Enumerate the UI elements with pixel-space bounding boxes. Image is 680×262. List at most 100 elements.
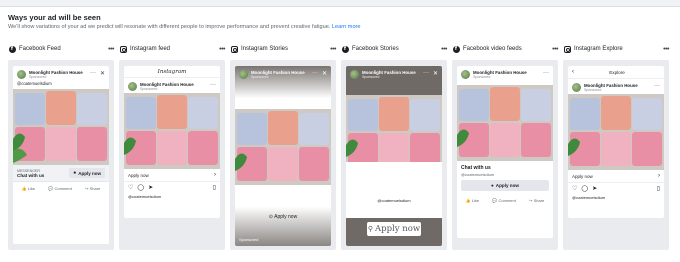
apply-now-label: Apply now	[128, 172, 149, 178]
instagram-icon	[230, 45, 238, 53]
bookmark-icon[interactable]: ▯	[213, 184, 216, 191]
placement-facebook-video-feeds: f Facebook video feeds ••• Moonlight Fas…	[452, 42, 558, 250]
more-icon[interactable]: ···	[312, 70, 318, 77]
placement-instagram-feed: Instagram feed ••• Instagram Moonlight F…	[119, 42, 225, 250]
placement-label: Facebook video feeds	[463, 46, 522, 52]
apply-now-button[interactable]: ● Apply now	[461, 180, 549, 191]
close-icon[interactable]: ✕	[322, 70, 327, 77]
apply-now-label: Apply now	[495, 183, 519, 188]
apply-now-label: Apply now	[375, 224, 421, 234]
avatar	[239, 70, 248, 79]
comment-icon[interactable]: ◯	[137, 184, 144, 191]
messenger-icon: ●	[73, 170, 77, 176]
share-button[interactable]: ↪ Share	[85, 186, 100, 191]
more-options-icon[interactable]: •••	[552, 46, 558, 53]
ad-image	[124, 93, 220, 169]
like-button[interactable]: 👍 Like	[22, 186, 35, 191]
chat-label: Chat with us	[17, 172, 45, 178]
placement-label: Facebook Stories	[352, 46, 399, 52]
more-options-icon[interactable]: •••	[108, 46, 114, 53]
more-options-icon[interactable]: •••	[441, 46, 447, 53]
preview-panel: Moonlight Fashion House Sponsored ···✕	[230, 60, 336, 250]
avatar	[17, 70, 26, 79]
reaction-bar: 👍 Like 💬 Comment ↪ Share	[13, 181, 109, 195]
bookmark-icon[interactable]: ▯	[657, 185, 660, 192]
more-icon[interactable]: ···	[543, 70, 549, 76]
more-icon[interactable]: ···	[210, 82, 216, 88]
swipe-up-cta[interactable]: ⊙ Apply now	[235, 214, 331, 220]
caption-handle: @coatemuelsdium	[128, 194, 162, 199]
link-icon: ⚲	[367, 225, 373, 233]
preview-panel: Instagram Moonlight Fashion House Sponso…	[119, 60, 225, 250]
ad-header: Moonlight Fashion House Sponsored ···	[124, 78, 220, 93]
action-icons: ♡ ◯ ➤ ▯	[124, 182, 220, 193]
comment-icon[interactable]: ◯	[581, 185, 588, 192]
sponsored-label: Sponsored	[473, 75, 491, 79]
facebook-icon: f	[452, 45, 460, 53]
avatar	[350, 70, 359, 79]
shirts-photo	[346, 95, 442, 171]
close-icon[interactable]: ✕	[100, 70, 105, 77]
apply-now-label: Apply now	[78, 170, 101, 176]
instagram-logo: Instagram	[124, 66, 220, 78]
ad-image	[235, 109, 331, 185]
send-icon[interactable]: ➤	[592, 185, 597, 192]
chevron-up-icon: ⌃	[391, 215, 397, 221]
comment-button[interactable]: 💬 Comment	[48, 186, 71, 191]
more-options-icon[interactable]: •••	[219, 46, 225, 53]
placement-instagram-explore: Instagram Explore ••• ‹ Explore Moonligh…	[563, 42, 669, 250]
ad-image	[457, 85, 553, 161]
instagram-icon	[563, 45, 571, 53]
story-preview: Moonlight Fashion House Sponsored ···✕	[346, 66, 442, 246]
like-button[interactable]: 👍 Like	[466, 198, 479, 203]
messenger-icon: ●	[490, 183, 494, 188]
section-description: We'll show variations of your ad we pred…	[8, 24, 361, 30]
ad-header: Moonlight Fashion House Sponsored ···	[457, 66, 553, 81]
link-icon: ⊙	[268, 214, 273, 220]
more-options-icon[interactable]: •••	[330, 46, 336, 53]
story-preview: Moonlight Fashion House Sponsored ···✕	[235, 66, 331, 246]
preview-panel: Moonlight Fashion House Sponsored ··· ✕ @…	[8, 60, 114, 250]
placement-label: Instagram feed	[130, 46, 171, 52]
learn-more-link[interactable]: Learn more	[332, 24, 361, 30]
preview-panel: Moonlight Fashion House Sponsored ···✕	[341, 60, 447, 250]
caption-handle: @coatemuelsdium	[461, 172, 495, 177]
placement-header: f Facebook Stories •••	[341, 42, 447, 56]
avatar	[128, 82, 137, 91]
more-icon[interactable]: ···	[90, 70, 96, 77]
close-icon[interactable]: ✕	[433, 70, 438, 77]
caption-handle: @coatemuelsdium	[572, 195, 606, 200]
heart-icon[interactable]: ♡	[572, 185, 577, 192]
ad-header: Moonlight Fashion House Sponsored ··· ✕	[235, 66, 331, 81]
apply-now-button[interactable]: ● Apply now	[69, 168, 105, 178]
ad-primary-text: @coatemuelsdium	[17, 81, 52, 86]
sponsored-label: Sponsored	[362, 75, 380, 79]
facebook-icon: f	[341, 45, 349, 53]
more-icon[interactable]: ···	[654, 83, 660, 89]
placement-header: Instagram Explore •••	[563, 42, 669, 56]
cta-bar[interactable]: Apply now ›	[568, 170, 664, 183]
shirts-photo	[457, 85, 553, 161]
placement-header: Instagram Stories •••	[230, 42, 336, 56]
send-icon[interactable]: ➤	[148, 184, 153, 191]
preview-panel: Moonlight Fashion House Sponsored ··· Ch	[452, 60, 558, 250]
more-options-icon[interactable]: •••	[663, 46, 669, 53]
avatar	[572, 83, 581, 92]
more-icon[interactable]: ···	[423, 70, 429, 77]
sponsored-label: Sponsored	[140, 87, 158, 91]
heart-icon[interactable]: ♡	[128, 184, 133, 191]
apply-now-button[interactable]: ⚲ Apply now	[367, 222, 421, 236]
placement-label: Facebook Feed	[19, 46, 61, 52]
ad-image	[13, 89, 109, 165]
sponsored-label: Sponsored	[584, 88, 602, 92]
reaction-bar: 👍 Like 💬 Comment ↪ Share	[457, 194, 553, 207]
cta-bar[interactable]: Apply now ›	[124, 169, 220, 182]
comment-button[interactable]: 💬 Comment	[492, 198, 515, 203]
instagram-icon	[119, 45, 127, 53]
explore-title: Explore	[609, 69, 625, 75]
sponsored-label: Sponsored	[251, 75, 269, 79]
share-button[interactable]: ↪ Share	[529, 198, 544, 203]
chevron-right-icon: ›	[658, 173, 660, 179]
placement-facebook-stories: f Facebook Stories ••• Moonlight Fashion…	[341, 42, 447, 250]
placement-header: f Facebook Feed •••	[8, 42, 114, 56]
